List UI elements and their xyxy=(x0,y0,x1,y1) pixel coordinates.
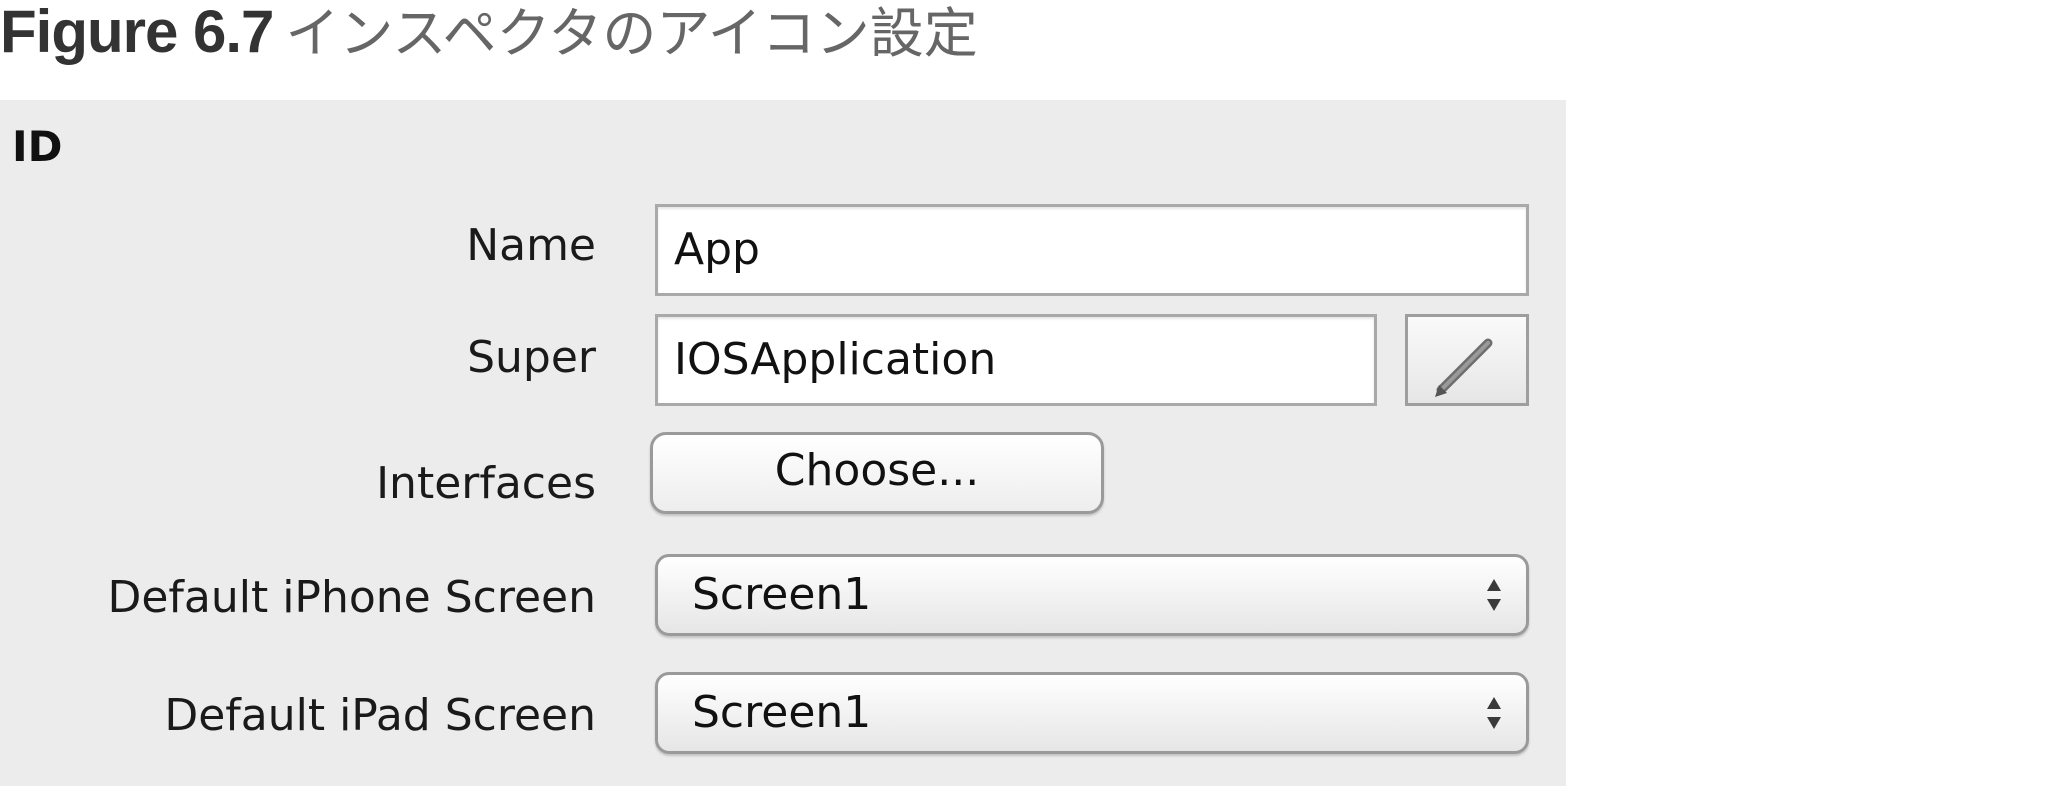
edit-super-button[interactable] xyxy=(1405,314,1529,406)
inspector-panel: ID Name App Super IOSApplication Interfa… xyxy=(0,100,1566,786)
default-ipad-screen-select[interactable]: Screen1 xyxy=(655,672,1529,754)
choose-interfaces-button[interactable]: Choose... xyxy=(650,432,1104,514)
pencil-icon xyxy=(1435,338,1493,397)
name-field[interactable]: App xyxy=(655,204,1529,296)
default-ipad-screen-label: Default iPad Screen xyxy=(164,690,596,741)
default-ipad-screen-value: Screen1 xyxy=(692,687,872,738)
figure-label: Figure 6.7 xyxy=(0,0,274,65)
interfaces-label: Interfaces xyxy=(376,458,596,509)
up-down-arrows-icon xyxy=(1487,579,1501,611)
super-label: Super xyxy=(467,332,596,383)
default-iphone-screen-label: Default iPhone Screen xyxy=(107,572,596,623)
default-iphone-screen-value: Screen1 xyxy=(692,569,872,620)
figure-caption: Figure 6.7 インスペクタのアイコン設定 xyxy=(0,0,978,68)
up-down-arrows-icon xyxy=(1487,697,1501,729)
default-iphone-screen-select[interactable]: Screen1 xyxy=(655,554,1529,636)
name-label: Name xyxy=(466,220,596,271)
super-field[interactable]: IOSApplication xyxy=(655,314,1377,406)
section-title-id: ID xyxy=(12,122,63,171)
figure-title: インスペクタのアイコン設定 xyxy=(285,2,978,65)
